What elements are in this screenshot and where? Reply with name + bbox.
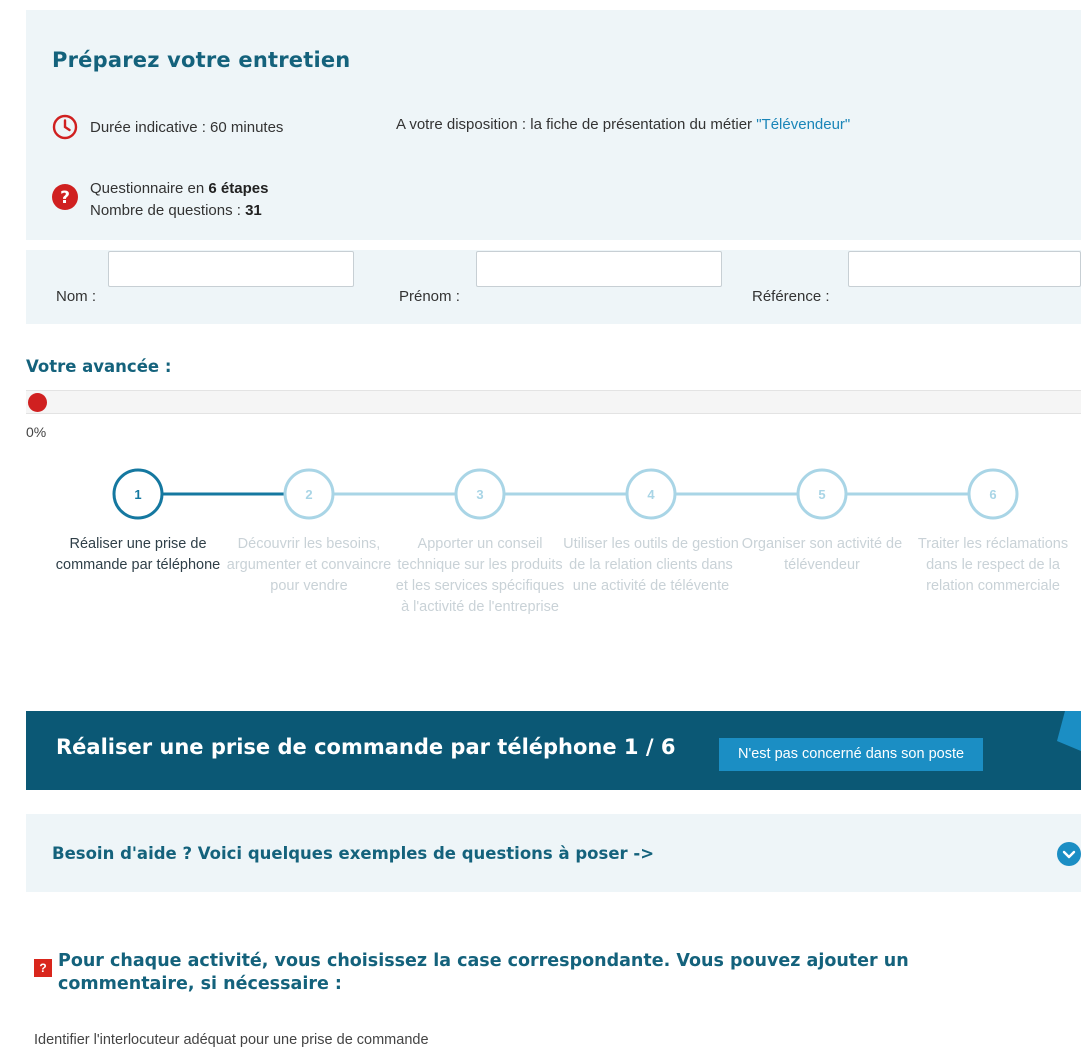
step-3-label[interactable]: Apporter un conseil technique sur les pr… — [392, 534, 568, 618]
questions-count: 31 — [245, 202, 262, 219]
step-4-label[interactable]: Utiliser les outils de gestion de la rel… — [563, 534, 739, 597]
disposition-prefix: A votre disposition : la fiche de présen… — [396, 116, 757, 133]
banner-corner-decoration — [1057, 711, 1081, 751]
progress-bar — [26, 390, 1081, 414]
questions-prefix: Nombre de questions : — [90, 202, 246, 219]
preparation-panel: Préparez votre entretien Durée indicativ… — [26, 10, 1081, 240]
section-title: Réaliser une prise de commande par télép… — [56, 735, 676, 759]
progress-indicator[interactable] — [28, 393, 47, 412]
nom-input[interactable] — [108, 251, 354, 287]
chevron-down-icon[interactable] — [1057, 842, 1081, 866]
questions-info: ? Questionnaire en 6 étapes Nombre de qu… — [52, 178, 268, 222]
questions-text: Questionnaire en 6 étapes Nombre de ques… — [90, 178, 268, 222]
prenom-label: Prénom : — [399, 288, 460, 305]
question-icon: ? — [52, 184, 78, 210]
help-title[interactable]: Besoin d'aide ? Voici quelques exemples … — [52, 844, 654, 863]
progress-percent: 0% — [26, 424, 47, 440]
step-5-label[interactable]: Organiser son activité de télévendeur — [734, 534, 910, 576]
job-sheet-link[interactable]: "Télévendeur" — [756, 116, 850, 133]
steps-count: 6 étapes — [208, 180, 269, 197]
help-question-icon[interactable]: ? — [34, 959, 52, 977]
disposition-text: A votre disposition : la fiche de présen… — [396, 116, 850, 133]
section-banner: Réaliser une prise de commande par télép… — [26, 711, 1081, 790]
progress-title: Votre avancée : — [26, 357, 172, 376]
step-6-label[interactable]: Traiter les réclamations dans le respect… — [905, 534, 1081, 597]
instruction-block: ? Pour chaque activité, vous choisissez … — [34, 950, 994, 996]
duration-info: Durée indicative : 60 minutes — [52, 114, 283, 140]
step-4[interactable]: 4 — [625, 468, 677, 520]
step-5-number: 5 — [818, 487, 825, 502]
svg-text:?: ? — [60, 188, 70, 208]
step-2[interactable]: 2 — [283, 468, 335, 520]
help-accordion[interactable]: Besoin d'aide ? Voici quelques exemples … — [26, 814, 1081, 892]
steps-prefix: Questionnaire en — [90, 180, 209, 197]
not-concerned-button[interactable]: N'est pas concerné dans son poste — [719, 738, 984, 771]
step-5[interactable]: 5 — [796, 468, 848, 520]
activity-label: Identifier l'interlocuteur adéquat pour … — [34, 1032, 429, 1048]
step-4-number: 4 — [647, 487, 655, 502]
duration-text: Durée indicative : 60 minutes — [90, 118, 284, 136]
reference-label: Référence : — [752, 288, 830, 305]
step-1-number: 1 — [134, 487, 141, 502]
page-title: Préparez votre entretien — [52, 48, 351, 72]
step-6-number: 6 — [989, 487, 996, 502]
step-3[interactable]: 3 — [454, 468, 506, 520]
prenom-input[interactable] — [476, 251, 722, 287]
step-1[interactable]: 1 — [112, 468, 164, 520]
step-1-label[interactable]: Réaliser une prise de commande par télép… — [50, 534, 226, 576]
step-2-label[interactable]: Découvrir les besoins, argumenter et con… — [221, 534, 397, 597]
step-6[interactable]: 6 — [967, 468, 1019, 520]
stepper: 1 2 3 4 5 6 — [112, 468, 1019, 520]
identity-form: Nom : Prénom : Référence : — [26, 250, 1081, 324]
step-3-number: 3 — [476, 487, 483, 502]
clock-icon — [52, 114, 78, 140]
reference-input[interactable] — [848, 251, 1081, 287]
step-2-number: 2 — [305, 487, 312, 502]
nom-label: Nom : — [56, 288, 97, 305]
instruction-text: Pour chaque activité, vous choisissez la… — [58, 951, 909, 994]
